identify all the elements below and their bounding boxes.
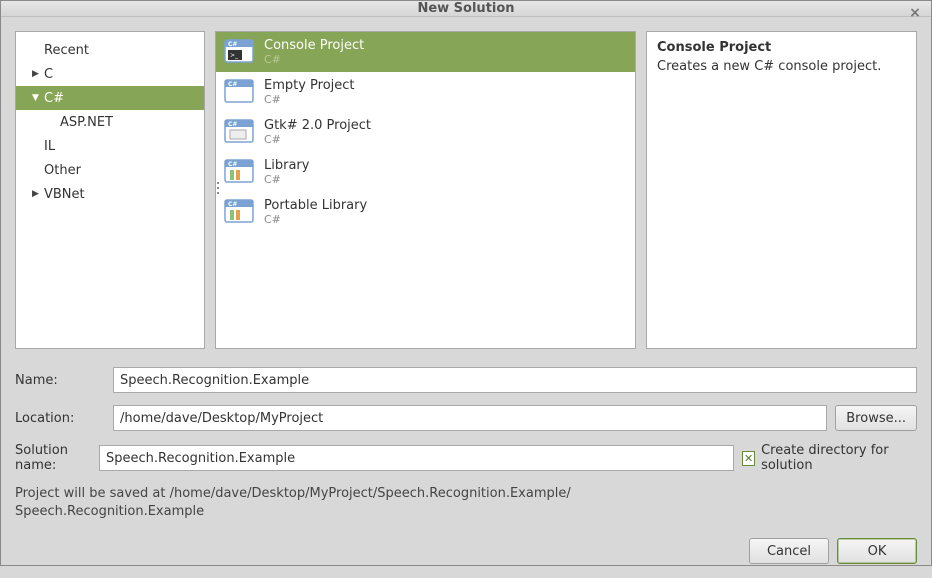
expand-arrow-icon: ▼	[32, 93, 44, 103]
close-icon[interactable]: ×	[907, 5, 923, 21]
template-item[interactable]: C#LibraryC#	[216, 152, 635, 192]
template-name: Library	[264, 158, 309, 174]
svg-text:C#: C#	[228, 81, 237, 88]
save-path-info: Project will be saved at /home/dave/Desk…	[15, 485, 917, 520]
description-title: Console Project	[657, 40, 906, 55]
form-area: Name: Location: Browse... Solution name:…	[15, 367, 917, 564]
template-item[interactable]: C#Portable LibraryC#	[216, 192, 635, 232]
save-info-line: Project will be saved at /home/dave/Desk…	[15, 485, 917, 503]
expand-arrow-icon: ▶	[32, 69, 44, 79]
location-input[interactable]	[113, 405, 827, 431]
empty-icon: C#	[224, 77, 254, 107]
resize-grip-icon[interactable]	[215, 182, 221, 202]
template-panel: C#>_Console ProjectC#C#Empty ProjectC#C#…	[215, 31, 636, 349]
template-language: C#	[264, 213, 367, 226]
location-label: Location:	[15, 411, 113, 426]
template-item[interactable]: C#Gtk# 2.0 ProjectC#	[216, 112, 635, 152]
description-panel: Console Project Creates a new C# console…	[646, 31, 917, 349]
description-body: Creates a new C# console project.	[657, 59, 906, 74]
location-row: Location: Browse...	[15, 405, 917, 431]
cancel-button[interactable]: Cancel	[749, 538, 829, 564]
svg-text:C#: C#	[228, 161, 237, 168]
template-language: C#	[264, 53, 364, 66]
checkbox-icon: ✕	[742, 451, 755, 466]
category-item[interactable]: Other	[16, 158, 204, 182]
svg-text:>_: >_	[230, 52, 239, 59]
create-dir-checkbox[interactable]: ✕ Create directory for solution	[742, 443, 917, 473]
category-label: IL	[44, 139, 55, 154]
category-label: Recent	[44, 43, 89, 58]
template-name: Console Project	[264, 38, 364, 54]
template-name: Empty Project	[264, 78, 355, 94]
panels-row: Recent▶C▼C#ASP.NETILOther▶VBNet C#>_Cons…	[15, 31, 917, 349]
template-language: C#	[264, 133, 371, 146]
category-item[interactable]: ▼C#	[16, 86, 204, 110]
category-item[interactable]: Recent	[16, 38, 204, 62]
browse-button[interactable]: Browse...	[835, 405, 917, 431]
name-label: Name:	[15, 373, 113, 388]
create-dir-label: Create directory for solution	[761, 443, 917, 473]
category-label: C	[44, 67, 53, 82]
category-item[interactable]: ASP.NET	[16, 110, 204, 134]
solution-name-label: Solution name:	[15, 443, 99, 473]
titlebar[interactable]: New Solution ×	[1, 1, 931, 17]
category-panel: Recent▶C▼C#ASP.NETILOther▶VBNet	[15, 31, 205, 349]
category-label: Other	[44, 163, 81, 178]
template-name: Gtk# 2.0 Project	[264, 118, 371, 134]
template-language: C#	[264, 173, 309, 186]
name-row: Name:	[15, 367, 917, 393]
ok-button[interactable]: OK	[837, 538, 917, 564]
solution-name-row: Solution name: ✕ Create directory for so…	[15, 443, 917, 473]
category-label: VBNet	[44, 187, 85, 202]
resize-grip-icon[interactable]	[646, 182, 648, 202]
template-name: Portable Library	[264, 198, 367, 214]
dialog-footer: Cancel OK	[15, 538, 917, 564]
svg-text:C#: C#	[228, 41, 237, 48]
category-item[interactable]: ▶C	[16, 62, 204, 86]
category-item[interactable]: IL	[16, 134, 204, 158]
gtk-icon: C#	[224, 117, 254, 147]
save-info-line: Speech.Recognition.Example	[15, 503, 917, 521]
svg-text:C#: C#	[228, 201, 237, 208]
expand-arrow-icon: ▶	[32, 189, 44, 199]
category-item[interactable]: ▶VBNet	[16, 182, 204, 206]
svg-text:C#: C#	[228, 121, 237, 128]
window-title: New Solution	[417, 1, 514, 16]
solution-name-input[interactable]	[99, 445, 734, 471]
console-icon: C# >_	[224, 37, 254, 67]
category-label: C#	[44, 91, 64, 106]
name-input[interactable]	[113, 367, 917, 393]
template-item[interactable]: C#>_Console ProjectC#	[216, 32, 635, 72]
library-icon: C#	[224, 197, 254, 227]
dialog-content: Recent▶C▼C#ASP.NETILOther▶VBNet C#>_Cons…	[1, 17, 931, 578]
category-label: ASP.NET	[60, 115, 113, 130]
library-icon: C#	[224, 157, 254, 187]
new-solution-dialog: New Solution × Recent▶C▼C#ASP.NETILOther…	[0, 0, 932, 566]
template-language: C#	[264, 93, 355, 106]
template-item[interactable]: C#Empty ProjectC#	[216, 72, 635, 112]
